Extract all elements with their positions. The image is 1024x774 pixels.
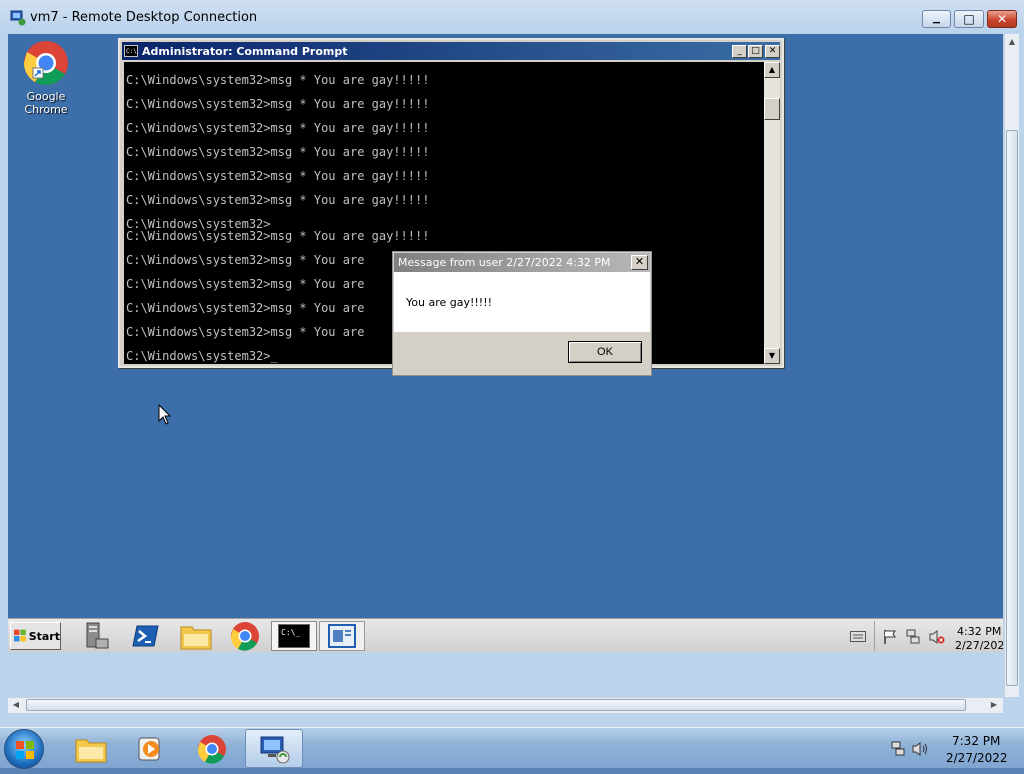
scroll-left-button[interactable]: ◀ [8,698,24,712]
rdp-horizontal-scrollbar[interactable]: ◀ ▶ [8,697,1003,713]
message-dialog-titlebar[interactable]: Message from user 2/27/2022 4:32 PM ✕ [394,253,650,272]
local-taskbar-media-player[interactable] [122,729,180,768]
local-clock-date: 2/27/2022 [946,751,1008,765]
local-taskbar-remote-desktop[interactable] [245,729,303,768]
cmd-title: Administrator: Command Prompt [142,44,348,58]
close-icon: ✕ [996,12,1008,26]
remote-taskbar: Start C:\_ 4:32 PM 2/27/202 [8,618,1003,652]
network-icon[interactable] [905,629,921,645]
desktop-shortcut-label: Google Chrome [24,90,68,116]
console-line: C:\Windows\system32>msg * You are [126,325,365,339]
minimize-icon: ▁ [933,14,940,24]
action-center-flag-icon[interactable] [883,629,897,645]
chrome-icon [24,41,68,85]
cmd-scrollbar[interactable]: ▲ ▼ [764,62,780,364]
minimize-icon: _ [737,46,742,56]
minimize-button[interactable]: ▁ [922,10,951,28]
taskbar-server-manager[interactable] [72,621,118,651]
svg-text:C:\: C:\ [126,48,137,55]
scroll-thumb[interactable] [1006,130,1018,686]
keyboard-icon[interactable] [850,631,866,642]
taskbar-chrome[interactable] [222,621,268,651]
ok-button[interactable]: OK [568,341,642,363]
local-clock-time: 7:32 PM [952,734,1001,748]
cmd-icon: C:\ [124,45,138,57]
rdp-window: vm7 - Remote Desktop Connection ▁ □ ✕ Go… [0,0,1024,727]
remote-start-button[interactable]: Start [10,622,61,650]
volume-muted-icon[interactable] [929,629,945,645]
taskbar-message-window[interactable] [319,621,365,651]
restore-button[interactable]: □ [954,10,984,28]
restore-icon: □ [963,12,975,26]
network-icon[interactable] [890,741,906,757]
scroll-down-button[interactable]: ▼ [764,348,780,364]
rdp-titlebar[interactable]: vm7 - Remote Desktop Connection ▁ □ ✕ [0,0,1024,34]
cmd-maximize-button[interactable]: □ [748,45,763,58]
scroll-right-button[interactable]: ▶ [986,698,1002,712]
message-text: You are gay!!!!! [406,296,493,309]
local-taskbar-chrome[interactable] [183,729,241,768]
close-icon: ✕ [634,255,645,268]
remote-system-tray: 4:32 PM 2/27/2022 [874,621,1003,652]
taskbar-powershell[interactable] [123,621,169,651]
message-body: You are gay!!!!! [394,272,650,332]
console-line: C:\Windows\system32>msg * You are gay!!!… [126,97,430,111]
remote-clock-time: 4:32 PM [957,625,1002,638]
taskbar-command-prompt[interactable]: C:\_ [271,621,317,651]
taskbar-file-explorer[interactable] [173,621,219,651]
scroll-up-button[interactable]: ▲ [764,62,780,78]
console-line: C:\Windows\system32>msg * You are [126,253,365,267]
scroll-thumb[interactable] [764,98,780,120]
remote-desktop: Google Chrome C:\ Administrator: Command… [8,34,1003,652]
message-dialog-title: Message from user 2/27/2022 4:32 PM [398,256,611,269]
folder-icon [180,626,212,650]
console-line: C:\Windows\system32>msg * You are gay!!!… [126,145,430,159]
cmd-titlebar[interactable]: C:\ Administrator: Command Prompt _ □ ✕ [122,42,780,60]
cmd-close-button[interactable]: ✕ [765,45,780,58]
close-button[interactable]: ✕ [987,10,1017,28]
console-prompt-line: C:\Windows\system32>_ [126,349,278,363]
local-start-orb[interactable] [4,729,44,769]
chrome-icon [197,734,226,764]
console-line: C:\Windows\system32>msg * You are gay!!!… [126,169,430,183]
cmd-minimize-button[interactable]: _ [732,45,747,58]
cmd-icon: C:\_ [278,624,310,648]
chrome-icon [230,622,259,651]
remote-desktop-icon [260,736,290,763]
local-taskbar-explorer[interactable] [62,729,120,768]
message-dialog[interactable]: Message from user 2/27/2022 4:32 PM ✕ Yo… [392,251,652,376]
start-label: Start [28,629,60,643]
console-line: C:\Windows\system32>msg * You are gay!!!… [126,73,430,87]
rdp-window-title: vm7 - Remote Desktop Connection [30,10,258,25]
volume-icon[interactable] [912,741,930,757]
windows-logo-icon [16,741,34,759]
folder-icon [75,739,107,762]
svg-text:C:\_: C:\_ [281,628,300,637]
scroll-up-button[interactable]: ▲ [1005,34,1019,50]
remote-desktop-icon [10,10,26,26]
console-line: C:\Windows\system32>msg * You are gay!!!… [126,193,430,207]
console-line: C:\Windows\system32>msg * You are [126,301,365,315]
rdp-vertical-scrollbar[interactable]: ▲ [1004,34,1019,697]
local-taskbar: 7:32 PM 2/27/2022 [0,727,1024,769]
server-manager-icon [86,622,109,649]
scroll-thumb[interactable] [26,699,966,711]
remote-clock-date: 2/27/2022 [955,639,1003,652]
console-line: C:\Windows\system32>msg * You are [126,277,365,291]
windows-logo-icon [14,629,26,642]
console-line: C:\Windows\system32>msg * You are gay!!!… [126,121,430,135]
close-icon: ✕ [768,46,777,56]
console-line: C:\Windows\system32>msg * You are gay!!!… [126,229,430,243]
message-close-button[interactable]: ✕ [631,255,648,270]
desktop-shortcut-chrome[interactable]: Google Chrome [8,40,84,116]
powershell-icon [132,625,159,647]
maximize-icon: □ [751,46,760,56]
media-player-icon [138,737,160,760]
mouse-cursor-icon [158,404,172,425]
window-icon [328,624,356,648]
